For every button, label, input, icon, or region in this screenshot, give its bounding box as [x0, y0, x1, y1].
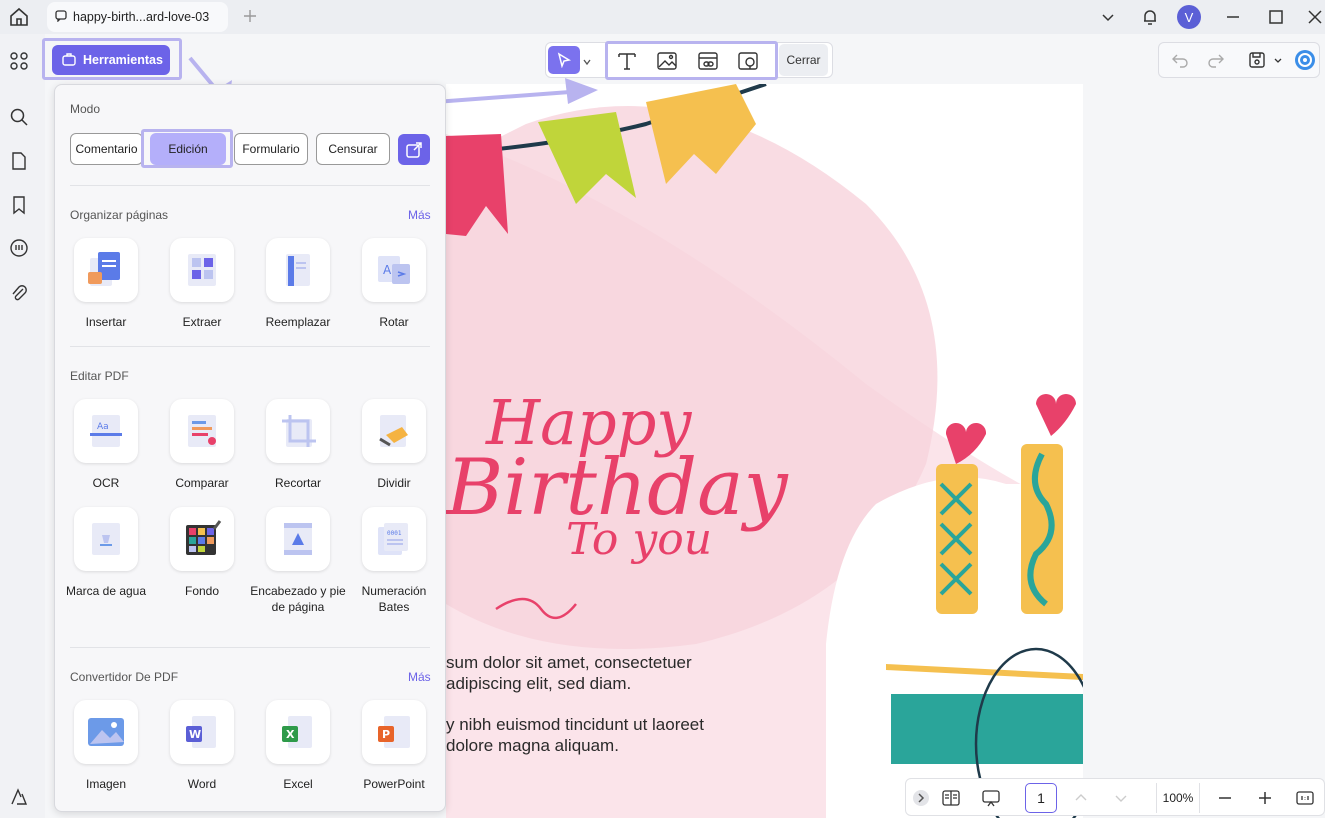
tool-excel[interactable]: X Excel [250, 700, 346, 792]
convertidor-title: Convertidor De PDF [70, 670, 179, 684]
tool-label: Comparar [175, 476, 229, 490]
open-external-button[interactable] [398, 134, 430, 165]
tool-label: Encabezado y pie de página [250, 584, 346, 614]
tool-insertar[interactable]: Insertar [58, 238, 154, 330]
tool-label: Word [187, 777, 217, 791]
svg-text:A: A [383, 263, 392, 277]
tool-label: Rotar [379, 315, 409, 329]
tool-fondo[interactable]: Fondo [154, 507, 250, 599]
tool-marca-de-agua[interactable]: Marca de agua [58, 507, 154, 599]
bates-numbering-icon: 0001 [378, 523, 408, 555]
tool-label: Fondo [184, 584, 220, 598]
next-page-icon[interactable] [1112, 789, 1130, 807]
replace-pages-icon [286, 254, 310, 286]
tool-label: Marca de agua [65, 584, 147, 598]
svg-text:X: X [286, 728, 295, 741]
image-convert-icon [88, 718, 124, 746]
tool-numeracion-bates[interactable]: 0001 Numeración Bates [346, 507, 442, 615]
tool-word[interactable]: W Word [154, 700, 250, 792]
rotate-pages-icon: A [378, 256, 410, 284]
zoom-level[interactable]: 100% [1156, 783, 1200, 813]
tool-label: Reemplazar [265, 315, 331, 329]
page-layout-icon[interactable] [942, 789, 960, 807]
tool-powerpoint[interactable]: P PowerPoint [346, 700, 442, 792]
tool-reemplazar[interactable]: Reemplazar [250, 238, 346, 330]
editar-title: Editar PDF [70, 369, 129, 383]
tool-label: OCR [92, 476, 120, 490]
background-icon [186, 520, 222, 555]
tool-label: PowerPoint [363, 777, 425, 791]
watermark-icon [92, 523, 120, 555]
split-icon [379, 415, 408, 447]
edicion-highlight [141, 129, 233, 168]
external-link-icon [406, 141, 422, 158]
svg-text:Aa: Aa [97, 422, 109, 432]
tool-label: Imagen [85, 777, 127, 791]
tool-label: Extraer [182, 315, 222, 329]
header-footer-icon [284, 523, 312, 555]
tool-label: Excel [283, 777, 313, 791]
tool-dividir[interactable]: Dividir [346, 399, 442, 491]
convertidor-more-link[interactable]: Más [408, 670, 431, 684]
tool-extraer[interactable]: Extraer [154, 238, 250, 330]
tool-rotar[interactable]: A Rotar [346, 238, 442, 330]
excel-icon: X [282, 716, 312, 748]
tool-label: Dividir [377, 476, 411, 490]
organizar-more-link[interactable]: Más [408, 208, 431, 222]
divider [70, 647, 430, 648]
actual-size-icon[interactable] [1296, 789, 1314, 807]
insert-pages-icon [88, 252, 120, 286]
previous-page-icon[interactable] [1072, 789, 1090, 807]
mode-comentario-button[interactable]: Comentario [70, 133, 143, 165]
tool-ocr[interactable]: Aa OCR [58, 399, 154, 491]
tool-encabezado[interactable]: Encabezado y pie de página [250, 507, 346, 615]
svg-text:W: W [189, 728, 201, 741]
powerpoint-icon: P [378, 716, 410, 748]
page-number-input[interactable]: 1 [1025, 783, 1057, 813]
collapse-bar-icon[interactable] [911, 788, 931, 808]
extract-pages-icon [188, 254, 216, 286]
tool-label: Numeración Bates [361, 584, 427, 614]
mode-formulario-button[interactable]: Formulario [234, 133, 308, 165]
ocr-icon: Aa [90, 415, 122, 447]
word-icon: W [186, 716, 216, 748]
tool-label: Insertar [85, 315, 127, 329]
tool-label: Recortar [274, 476, 321, 490]
zoom-in-icon[interactable] [1256, 789, 1274, 807]
presentation-icon[interactable] [982, 789, 1000, 807]
tool-comparar[interactable]: Comparar [154, 399, 250, 491]
svg-text:0001: 0001 [387, 530, 402, 537]
organizar-title: Organizar páginas [70, 208, 169, 222]
modo-title: Modo [70, 102, 101, 116]
crop-icon [282, 415, 316, 447]
compare-icon [188, 415, 216, 447]
mode-censurar-button[interactable]: Censurar [316, 133, 390, 165]
divider [70, 185, 430, 186]
zoom-out-icon[interactable] [1216, 789, 1234, 807]
divider [70, 346, 430, 347]
tool-imagen[interactable]: Imagen [58, 700, 154, 792]
tool-recortar[interactable]: Recortar [250, 399, 346, 491]
svg-text:P: P [382, 728, 390, 741]
